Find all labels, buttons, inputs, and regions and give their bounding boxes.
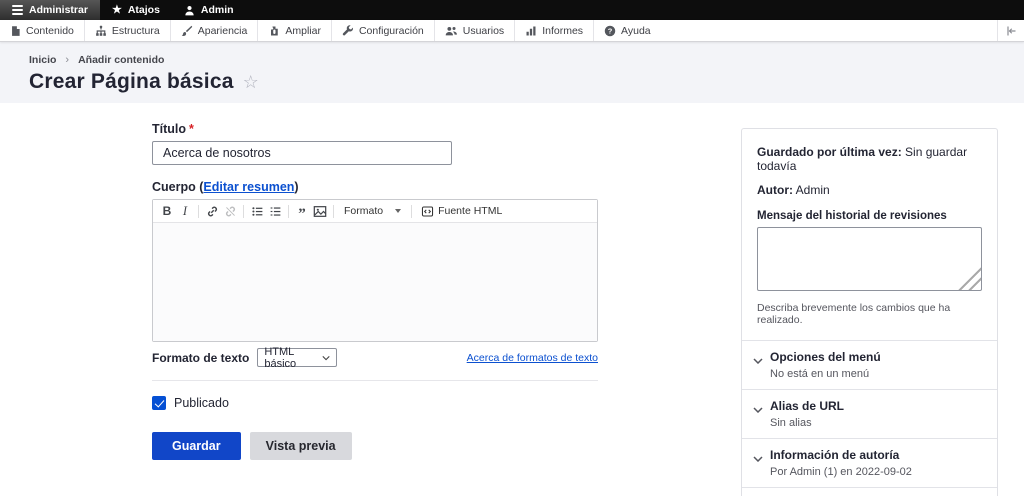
toolbar-item-label: Contenido — [26, 25, 74, 37]
toolbar-item-configuracion[interactable]: Configuración — [332, 20, 435, 41]
editor-content-area[interactable] — [153, 223, 597, 341]
menu-icon — [12, 3, 23, 17]
accordion-url-alias[interactable]: Alias de URL Sin alias — [742, 389, 997, 438]
text-format-label: Formato de texto — [152, 351, 249, 365]
admin-tab-label: Atajos — [128, 4, 160, 16]
toolbar-item-label: Ayuda — [621, 25, 651, 37]
admin-tab-atajos[interactable]: ★ Atajos — [100, 0, 172, 20]
toolbar-item-label: Informes — [542, 25, 583, 37]
help-icon: ? — [604, 25, 616, 37]
breadcrumb: Inicio › Añadir contenido — [29, 54, 1024, 66]
published-label[interactable]: Publicado — [174, 396, 229, 410]
last-saved-row: Guardado por última vez: Sin guardar tod… — [757, 145, 982, 173]
admin-toolbar: Administrar ★ Atajos Admin — [0, 0, 1024, 20]
toolbar-item-apariencia[interactable]: Apariencia — [171, 20, 259, 41]
bookmark-star-icon[interactable]: ☆ — [243, 73, 259, 91]
toolbar-separator — [288, 205, 289, 218]
blockquote-button[interactable]: ” — [293, 202, 311, 220]
about-text-formats-link[interactable]: Acerca de formatos de texto — [467, 352, 598, 364]
page-header: Inicio › Añadir contenido Crear Página b… — [0, 42, 1024, 103]
toolbar-item-label: Usuarios — [463, 25, 504, 37]
title-field-label: Título* — [152, 122, 598, 136]
page-title: Crear Página básica — [29, 70, 234, 94]
user-icon — [184, 5, 195, 16]
toolbar-collapse-button[interactable] — [997, 20, 1024, 41]
author-row: Autor: Admin — [757, 183, 982, 197]
meta-sidebar: Guardado por última vez: Sin guardar tod… — [741, 128, 998, 496]
document-icon — [10, 25, 21, 37]
sitemap-icon — [95, 25, 107, 37]
admin-tab-label: Admin — [201, 4, 234, 16]
users-icon — [445, 25, 458, 37]
body-field-label: Cuerpo (Editar resumen) — [152, 180, 598, 194]
numbered-list-icon — [269, 205, 282, 218]
image-icon — [313, 205, 327, 218]
revision-log-label: Mensaje del historial de revisiones — [757, 210, 982, 222]
body-editor: B I ” Formato — [152, 199, 598, 342]
source-code-icon — [421, 205, 434, 218]
preview-button[interactable]: Vista previa — [250, 432, 352, 460]
breadcrumb-separator: › — [65, 54, 69, 66]
bullet-list-icon — [251, 205, 264, 218]
breadcrumb-inicio[interactable]: Inicio — [29, 54, 56, 66]
toolbar-separator — [198, 205, 199, 218]
bar-chart-icon — [525, 25, 537, 37]
toolbar-separator — [411, 205, 412, 218]
toolbar-item-label: Ampliar — [285, 25, 321, 37]
admin-tab-administrar[interactable]: Administrar — [0, 0, 100, 20]
toolbar-item-contenido[interactable]: Contenido — [0, 20, 85, 41]
toolbar-item-label: Apariencia — [198, 25, 248, 37]
numbered-list-button[interactable] — [266, 202, 284, 220]
bullet-list-button[interactable] — [248, 202, 266, 220]
toolbar-item-label: Estructura — [112, 25, 160, 37]
html-source-button[interactable]: Fuente HTML — [416, 205, 507, 218]
italic-button[interactable]: I — [176, 202, 194, 220]
link-icon — [206, 205, 219, 218]
chevron-down-icon — [322, 355, 330, 361]
form-divider — [152, 380, 598, 381]
format-dropdown[interactable]: Formato — [338, 205, 407, 217]
toolbar-item-informes[interactable]: Informes — [515, 20, 594, 41]
toolbar-item-ayuda[interactable]: ? Ayuda — [594, 20, 661, 41]
toolbar-separator — [243, 205, 244, 218]
toolbar-separator — [333, 205, 334, 218]
admin-menu-toolbar: Contenido Estructura Apariencia Ampliar … — [0, 20, 1024, 42]
paintbrush-icon — [181, 25, 193, 37]
bold-button[interactable]: B — [158, 202, 176, 220]
node-form: Título* Cuerpo (Editar resumen) B I ” — [152, 122, 598, 460]
image-button[interactable] — [311, 202, 329, 220]
admin-tab-label: Administrar — [29, 4, 88, 16]
save-button[interactable]: Guardar — [152, 432, 241, 460]
title-input[interactable] — [152, 141, 452, 165]
unlink-icon — [224, 205, 237, 218]
chevron-down-icon — [753, 456, 763, 462]
editor-toolbar: B I ” Formato — [153, 200, 597, 223]
accordion-menu-settings[interactable]: Opciones del menú No está en un menú — [742, 340, 997, 389]
breadcrumb-anadir-contenido[interactable]: Añadir contenido — [78, 54, 164, 66]
star-icon: ★ — [112, 5, 122, 16]
accordion-promotion-options[interactable]: Opciones de promoción No publicado en pá… — [742, 487, 997, 496]
required-marker: * — [189, 122, 194, 136]
chevron-down-icon — [395, 209, 401, 213]
link-button[interactable] — [203, 202, 221, 220]
admin-tab-admin-user[interactable]: Admin — [172, 0, 246, 20]
collapse-left-icon — [1005, 25, 1017, 37]
revision-log-textarea[interactable] — [757, 227, 982, 291]
wrench-icon — [342, 25, 354, 37]
accordion-authoring-info[interactable]: Información de autoría Por Admin (1) en … — [742, 438, 997, 487]
unlink-button[interactable] — [221, 202, 239, 220]
text-format-select[interactable]: HTML básico — [257, 348, 337, 367]
chevron-down-icon — [753, 407, 763, 413]
toolbar-item-estructura[interactable]: Estructura — [85, 20, 171, 41]
published-checkbox[interactable] — [152, 396, 166, 410]
edit-summary-link[interactable]: Editar resumen — [203, 180, 294, 194]
svg-text:?: ? — [608, 26, 613, 35]
revision-log-help: Describa brevemente los cambios que ha r… — [757, 302, 982, 326]
toolbar-item-usuarios[interactable]: Usuarios — [435, 20, 515, 41]
toolbar-item-label: Configuración — [359, 25, 424, 37]
chevron-down-icon — [753, 358, 763, 364]
toolbar-item-ampliar[interactable]: Ampliar — [258, 20, 332, 41]
puzzle-icon — [268, 25, 280, 37]
